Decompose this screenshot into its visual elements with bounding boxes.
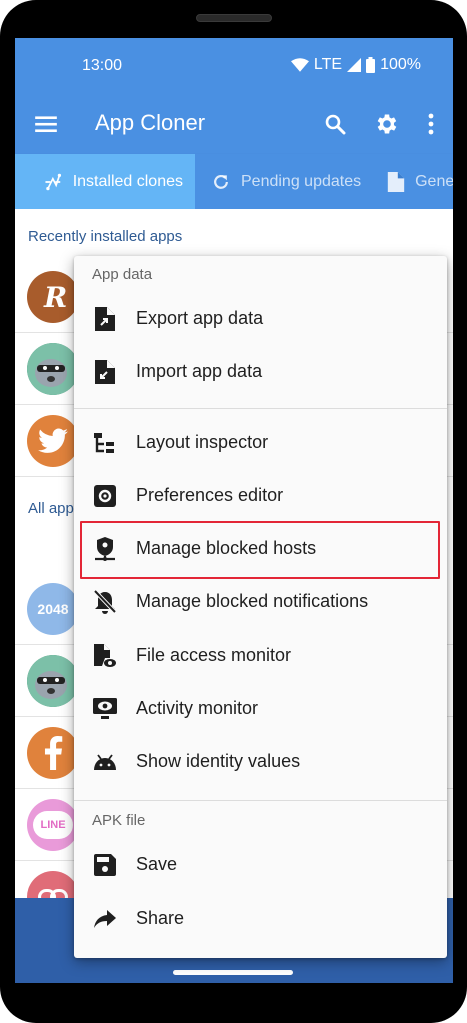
menu-item-label: Show identity values bbox=[136, 751, 301, 771]
settings-button[interactable] bbox=[371, 108, 403, 140]
menu-item-preferences-editor[interactable]: Preferences editor bbox=[74, 469, 447, 522]
menu-item-label: Save bbox=[136, 854, 178, 874]
raccoon-icon bbox=[27, 343, 79, 395]
app-icon bbox=[27, 655, 79, 707]
signal-icon bbox=[347, 58, 362, 72]
popup-menu: App data Export app data Import app data… bbox=[74, 256, 447, 958]
raccoon-icon bbox=[27, 655, 79, 707]
menu-item-share[interactable]: Share bbox=[74, 892, 447, 945]
menu-icon[interactable] bbox=[33, 111, 59, 137]
phone-frame: 13:00 LTE 100% App Cloner Installed clon… bbox=[0, 0, 467, 1023]
layout-tree-icon bbox=[92, 430, 118, 456]
monitor-eye-icon bbox=[92, 696, 118, 722]
tab-installed-clones[interactable]: Installed clones bbox=[15, 154, 195, 209]
menu-item-label: Import app data bbox=[136, 361, 263, 381]
app-bar-actions bbox=[319, 108, 439, 140]
share-icon bbox=[92, 906, 118, 932]
overflow-menu-button[interactable] bbox=[423, 108, 439, 140]
app-icon bbox=[27, 415, 79, 467]
menu-item-import-app-data[interactable]: Import app data bbox=[74, 345, 447, 398]
speaker-grille bbox=[196, 14, 272, 22]
status-bar: 13:00 LTE 100% bbox=[15, 38, 453, 94]
app-icon-label: LINE bbox=[40, 819, 66, 831]
menu-item-save[interactable]: Save bbox=[74, 838, 447, 891]
line-bubble-icon: LINE bbox=[33, 811, 73, 839]
menu-divider bbox=[74, 800, 447, 801]
app-icon bbox=[27, 727, 79, 779]
screen: 13:00 LTE 100% App Cloner Installed clon… bbox=[15, 38, 453, 983]
menu-item-manage-blocked-notifications[interactable]: Manage blocked notifications bbox=[74, 575, 447, 628]
tab-label: Gene bbox=[415, 172, 453, 190]
menu-item-label: Manage blocked notifications bbox=[136, 591, 369, 611]
menu-item-label: Preferences editor bbox=[136, 485, 284, 505]
search-icon bbox=[325, 114, 346, 135]
menu-item-label: Manage blocked hosts bbox=[136, 538, 317, 558]
battery-label: 100% bbox=[380, 56, 421, 73]
menu-item-activity-monitor[interactable]: Activity monitor bbox=[74, 682, 447, 735]
music-r-icon: R bbox=[43, 281, 67, 314]
menu-item-label: File access monitor bbox=[136, 645, 292, 665]
tab-bar: Installed clones Pending updates Gene bbox=[15, 154, 453, 209]
gear-icon bbox=[377, 114, 397, 134]
file-icon bbox=[387, 171, 405, 192]
menu-divider bbox=[74, 408, 447, 409]
bell-off-icon bbox=[92, 589, 118, 615]
menu-item-manage-blocked-hosts[interactable]: Manage blocked hosts bbox=[74, 522, 447, 575]
tab-general[interactable]: Gene bbox=[373, 154, 453, 209]
home-indicator[interactable] bbox=[173, 970, 293, 975]
facebook-icon bbox=[44, 736, 63, 770]
app-icon-label: 2048 bbox=[37, 601, 69, 617]
all-apps-header: All app bbox=[28, 500, 74, 517]
clone-icon bbox=[45, 173, 62, 190]
save-icon bbox=[92, 852, 118, 878]
menu-section-apk-file: APK file bbox=[92, 812, 146, 829]
menu-item-label: Share bbox=[136, 908, 185, 928]
shield-network-icon bbox=[92, 536, 118, 562]
tab-label: Pending updates bbox=[241, 172, 362, 190]
android-icon bbox=[92, 749, 118, 775]
menu-item-export-app-data[interactable]: Export app data bbox=[74, 292, 447, 345]
app-title: App Cloner bbox=[95, 110, 206, 135]
menu-item-show-identity-values[interactable]: Show identity values bbox=[74, 735, 447, 788]
battery-icon bbox=[366, 57, 376, 73]
export-file-icon bbox=[92, 306, 118, 332]
menu-item-layout-inspector[interactable]: Layout inspector bbox=[74, 416, 447, 469]
menu-item-label: Layout inspector bbox=[136, 432, 269, 452]
app-icon bbox=[27, 343, 79, 395]
preferences-gear-icon bbox=[92, 483, 118, 509]
app-icon: 2048 bbox=[27, 583, 79, 635]
file-eye-icon bbox=[92, 643, 118, 669]
status-icons: LTE 100% bbox=[290, 56, 421, 74]
tab-pending-updates[interactable]: Pending updates bbox=[195, 154, 373, 209]
wifi-icon bbox=[290, 58, 309, 72]
svg-text:R: R bbox=[43, 281, 67, 314]
menu-item-label: Activity monitor bbox=[136, 698, 259, 718]
recent-apps-header: Recently installed apps bbox=[28, 228, 183, 245]
menu-item-label: Export app data bbox=[136, 308, 264, 328]
menu-section-app-data: App data bbox=[92, 266, 153, 283]
app-icon: LINE bbox=[27, 799, 79, 851]
more-vert-icon bbox=[428, 113, 434, 135]
bird-icon bbox=[38, 428, 68, 453]
status-time: 13:00 bbox=[82, 57, 123, 74]
app-bar: App Cloner bbox=[15, 94, 453, 154]
network-label: LTE bbox=[313, 56, 343, 73]
tab-label: Installed clones bbox=[72, 172, 183, 190]
menu-item-file-access-monitor[interactable]: File access monitor bbox=[74, 629, 447, 682]
refresh-icon bbox=[214, 174, 228, 189]
search-button[interactable] bbox=[319, 108, 351, 140]
import-file-icon bbox=[92, 359, 118, 385]
app-icon: R bbox=[27, 271, 79, 323]
